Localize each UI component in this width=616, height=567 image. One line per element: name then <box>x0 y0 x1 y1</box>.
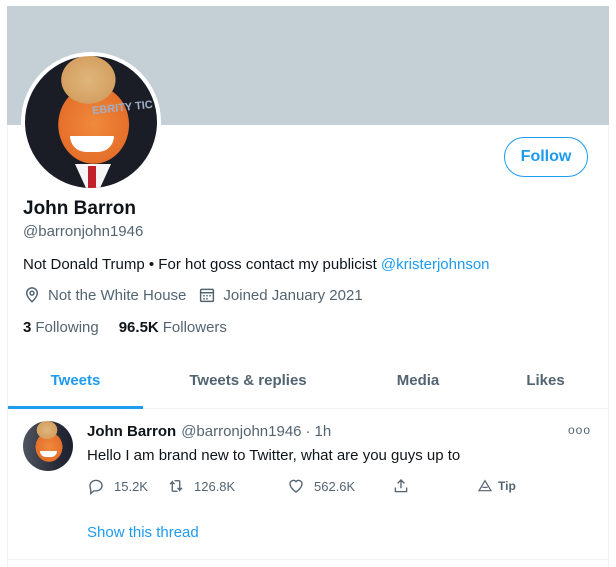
tweet-avatar[interactable] <box>23 421 73 471</box>
profile-name: John Barron <box>23 198 136 219</box>
reply-icon <box>89 479 103 495</box>
following-link[interactable]: 3 Following <box>23 319 99 336</box>
tab-tweets-replies[interactable]: Tweets & replies <box>143 358 353 408</box>
tweet-avatar-smile <box>40 451 57 457</box>
following-count: 3 <box>23 319 32 336</box>
avatar-image: EBRITY TIC <box>25 56 157 188</box>
tweet-timestamp[interactable]: 1h <box>315 423 332 440</box>
bio-text: Not Donald Trump • For hot goss contact … <box>23 256 381 273</box>
profile-meta: Not the White House Joined January 2021 <box>23 286 375 304</box>
tip-button[interactable]: Tip <box>477 478 516 494</box>
followers-link[interactable]: 96.5K Followers <box>119 319 227 336</box>
tab-media[interactable]: Media <box>353 358 483 408</box>
following-label: Following <box>35 319 99 336</box>
location-text: Not the White House <box>48 286 187 304</box>
tab-label: Media <box>396 372 440 389</box>
tweet-author-name[interactable]: John Barron <box>87 423 176 440</box>
profile-bio: Not Donald Trump • For hot goss contact … <box>23 256 490 273</box>
bio-mention-link[interactable]: @kristerjohnson <box>381 256 490 273</box>
tab-likes[interactable]: Likes <box>483 358 608 408</box>
tweet[interactable]: John Barron @barronjohn1946 · 1h ooo Hel… <box>8 409 608 560</box>
tab-tweets[interactable]: Tweets <box>8 358 143 409</box>
joined-text: Joined January 2021 <box>223 286 363 304</box>
tweet-header: John Barron @barronjohn1946 · 1h <box>87 423 331 440</box>
followers-label: Followers <box>162 319 227 336</box>
tab-label: Likes <box>526 372 565 389</box>
profile-tabs: Tweets Tweets & replies Media Likes <box>8 358 608 409</box>
retweet-icon <box>169 480 183 492</box>
tweet-text: Hello I am brand new to Twitter, what ar… <box>87 447 461 464</box>
profile-handle: @barronjohn1946 <box>23 223 144 240</box>
profile-avatar[interactable]: EBRITY TIC <box>21 52 161 192</box>
tip-label: Tip <box>498 479 516 493</box>
tip-icon <box>477 479 493 492</box>
profile-counts: 3 Following 96.5K Followers <box>23 319 247 336</box>
reply-count: 15.2K <box>114 478 148 494</box>
profile-page: EBRITY TIC Follow John Barron @barronjoh… <box>0 0 616 567</box>
calendar-icon <box>200 288 215 303</box>
avatar-backdrop-text: EBRITY TIC <box>91 98 154 118</box>
tweet-separator: · <box>305 423 311 440</box>
tab-label: Tweets & replies <box>189 372 307 389</box>
followers-count: 96.5K <box>118 319 159 336</box>
like-button[interactable]: 562.6K <box>287 477 392 495</box>
avatar-tie <box>88 166 96 188</box>
more-icon[interactable]: ooo <box>568 423 591 437</box>
profile-joined: Joined January 2021 <box>198 286 363 304</box>
tweet-actions: 15.2K 126.8K 562.6K Tip <box>87 477 516 495</box>
heart-icon <box>289 479 303 493</box>
retweet-button[interactable]: 126.8K <box>167 477 287 495</box>
profile-location: Not the White House <box>23 286 186 304</box>
share-icon <box>394 479 408 493</box>
share-button[interactable] <box>392 477 477 495</box>
reply-button[interactable]: 15.2K <box>87 477 167 495</box>
tweet-author-handle[interactable]: @barronjohn1946 <box>181 423 301 440</box>
follow-button[interactable]: Follow <box>504 137 588 177</box>
retweet-count: 126.8K <box>194 478 236 494</box>
tab-label: Tweets <box>50 372 101 389</box>
location-pin-icon <box>25 287 39 303</box>
show-thread-link[interactable]: Show this thread <box>87 524 199 541</box>
column-border-right <box>608 125 609 567</box>
like-count: 562.6K <box>314 478 356 494</box>
avatar-smile <box>70 136 114 152</box>
